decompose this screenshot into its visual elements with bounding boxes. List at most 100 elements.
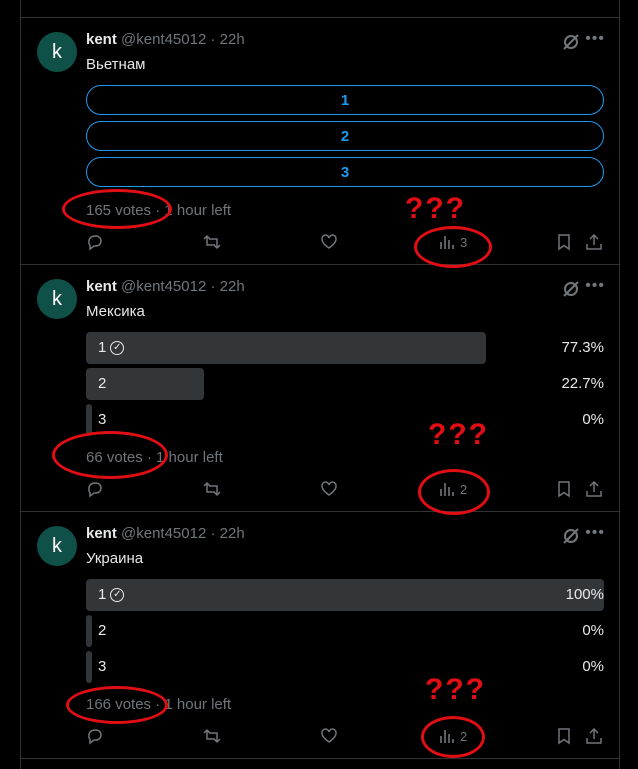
poll-meta: 166 votes · 1 hour left xyxy=(86,696,231,713)
repost-button[interactable] xyxy=(203,480,221,498)
poll-result-row: 3 0% xyxy=(86,404,604,436)
reply-icon xyxy=(88,482,102,498)
tweet-header: kent @kent45012 · 22h xyxy=(86,31,245,48)
tweet-text: Украина xyxy=(86,550,144,567)
tweet-header: kent @kent45012 · 22h xyxy=(86,525,245,542)
reply-button[interactable] xyxy=(86,727,104,745)
grok-icon[interactable] xyxy=(561,279,581,299)
views-count: 2 xyxy=(460,481,468,497)
timeline-column: k kent @kent45012 · 22h ••• Вьетнам 1 2 … xyxy=(20,0,620,769)
poll-result-row: 2 22.7% xyxy=(86,368,604,400)
time-left: · 1 hour left xyxy=(142,449,223,466)
poll-result-bar xyxy=(86,579,604,611)
repost-icon xyxy=(203,234,221,250)
poll-result-row: 2 0% xyxy=(86,615,604,647)
action-bar: 2 xyxy=(86,480,604,500)
poll-result-row: 3 0% xyxy=(86,651,604,683)
share-button[interactable] xyxy=(585,727,603,745)
check-icon: ✓ xyxy=(110,340,125,355)
poll-option-1[interactable]: 1 xyxy=(86,85,604,115)
poll-meta: 165 votes · 1 hour left xyxy=(86,202,231,219)
views-icon xyxy=(440,730,454,743)
poll-meta: 66 votes · 1 hour left xyxy=(86,449,223,466)
vote-count: 165 votes xyxy=(86,202,152,219)
poll-result-percent: 22.7% xyxy=(561,375,604,392)
share-button[interactable] xyxy=(585,233,603,251)
bookmark-icon xyxy=(558,234,570,251)
tweet-text: Вьетнам xyxy=(86,56,146,73)
like-button[interactable] xyxy=(320,480,338,498)
share-icon xyxy=(586,480,602,497)
heart-icon xyxy=(321,481,337,496)
author-handle[interactable]: @kent45012 · 22h xyxy=(121,31,245,48)
bookmark-icon xyxy=(558,728,570,745)
poll-result-label: 2 xyxy=(98,375,107,392)
check-icon: ✓ xyxy=(110,587,125,602)
tweet-header: kent @kent45012 · 22h xyxy=(86,278,245,295)
bookmark-button[interactable] xyxy=(555,233,573,251)
bookmark-button[interactable] xyxy=(555,727,573,745)
reply-button[interactable] xyxy=(86,480,104,498)
poll-result-label: 3 xyxy=(98,411,107,428)
poll-option-3[interactable]: 3 xyxy=(86,157,604,187)
repost-icon xyxy=(203,481,221,497)
author-handle[interactable]: @kent45012 · 22h xyxy=(121,278,245,295)
reply-button[interactable] xyxy=(86,233,104,251)
share-icon xyxy=(586,233,602,250)
poll-result-bar xyxy=(86,615,92,647)
more-icon[interactable]: ••• xyxy=(585,524,605,542)
grok-icon[interactable] xyxy=(561,32,581,52)
avatar[interactable]: k xyxy=(37,32,77,72)
time-left: · 1 hour left xyxy=(151,202,232,219)
grok-icon[interactable] xyxy=(561,526,581,546)
author-handle[interactable]: @kent45012 · 22h xyxy=(121,525,245,542)
more-icon[interactable]: ••• xyxy=(585,277,605,295)
poll-result-label: 2 xyxy=(98,622,107,639)
action-bar: 2 xyxy=(86,727,604,747)
bookmark-button[interactable] xyxy=(555,480,573,498)
poll-result-percent: 0% xyxy=(582,658,604,675)
poll-result-percent: 0% xyxy=(582,622,604,639)
poll-result-percent: 100% xyxy=(565,586,604,603)
author-name[interactable]: kent xyxy=(86,278,117,295)
poll-result-bar xyxy=(86,651,92,683)
poll-result-label: 1 ✓ xyxy=(98,339,125,356)
poll-result-label: 3 xyxy=(98,658,107,675)
poll-result-bar xyxy=(86,332,486,364)
reply-icon xyxy=(88,235,102,251)
views-icon xyxy=(440,236,454,249)
views-count: 3 xyxy=(460,234,468,250)
tweet[interactable]: k kent @kent45012 · 22h ••• Украина 1 ✓ 1… xyxy=(21,511,619,759)
vote-count: 166 votes xyxy=(86,696,152,713)
avatar[interactable]: k xyxy=(37,279,77,319)
repost-button[interactable] xyxy=(203,233,221,251)
annotation-question-marks: ??? xyxy=(425,673,486,706)
views-button[interactable]: 2 xyxy=(438,727,467,745)
more-icon[interactable]: ••• xyxy=(585,30,605,48)
poll-result-percent: 0% xyxy=(582,411,604,428)
like-button[interactable] xyxy=(320,233,338,251)
repost-button[interactable] xyxy=(203,727,221,745)
share-button[interactable] xyxy=(585,480,603,498)
poll-result-label: 1 ✓ xyxy=(98,586,125,603)
tweet[interactable]: k kent @kent45012 · 22h ••• Вьетнам 1 2 … xyxy=(21,17,619,264)
poll-result-row: 1 ✓ 100% xyxy=(86,579,604,611)
repost-icon xyxy=(203,728,221,744)
share-icon xyxy=(586,727,602,744)
poll-result-percent: 77.3% xyxy=(561,339,604,356)
action-bar: 3 xyxy=(86,233,604,253)
annotation-question-marks: ??? xyxy=(405,192,466,225)
annotation-question-marks: ??? xyxy=(428,418,489,451)
views-button[interactable]: 2 xyxy=(438,480,467,498)
poll-option-2[interactable]: 2 xyxy=(86,121,604,151)
tweet[interactable]: k kent @kent45012 · 22h ••• Мексика 1 ✓ 7… xyxy=(21,264,619,511)
views-button[interactable]: 3 xyxy=(438,233,467,251)
author-name[interactable]: kent xyxy=(86,525,117,542)
time-left: · 1 hour left xyxy=(151,696,232,713)
like-button[interactable] xyxy=(320,727,338,745)
bookmark-icon xyxy=(558,481,570,498)
views-count: 2 xyxy=(460,728,468,744)
author-name[interactable]: kent xyxy=(86,31,117,48)
heart-icon xyxy=(321,234,337,249)
avatar[interactable]: k xyxy=(37,526,77,566)
